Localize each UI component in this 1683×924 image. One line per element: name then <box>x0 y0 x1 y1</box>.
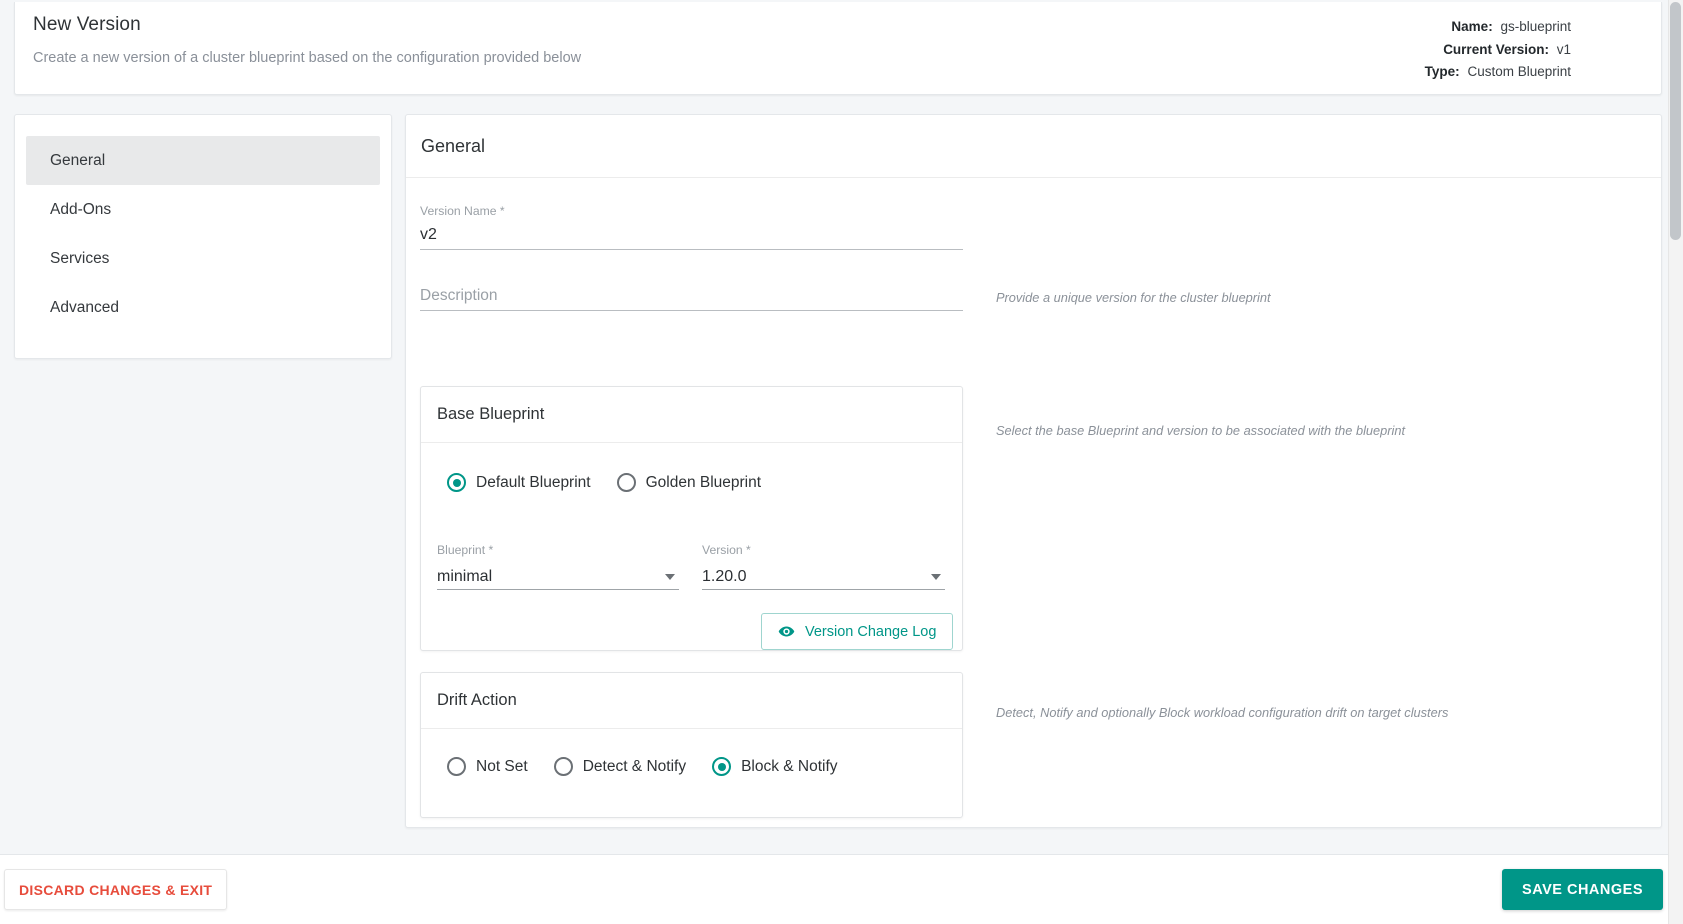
blueprint-select-value: minimal <box>437 568 493 585</box>
base-blueprint-title: Base Blueprint <box>437 405 545 423</box>
blueprint-select-label: Blueprint * <box>437 543 494 557</box>
drift-action-radio-group: Not Set Detect & Notify Block & Notify <box>437 751 946 776</box>
page-subtitle: Create a new version of a cluster bluepr… <box>33 50 582 66</box>
meta-label-current-version: Current Version: <box>1443 41 1549 57</box>
version-name-label: Version Name * <box>420 204 505 218</box>
radio-golden-blueprint[interactable]: Golden Blueprint <box>616 473 762 492</box>
radio-block-and-notify[interactable]: Block & Notify <box>712 757 838 776</box>
radio-label: Detect & Notify <box>582 757 687 775</box>
version-select-value: 1.20.0 <box>702 568 747 585</box>
version-name-field: Version Name * <box>420 204 963 250</box>
sidebar-item-general[interactable]: General <box>26 136 380 185</box>
radio-dot-icon <box>447 757 466 776</box>
radio-label: Golden Blueprint <box>645 473 762 491</box>
radio-label: Not Set <box>476 757 528 775</box>
scrollbar-thumb[interactable] <box>1670 2 1681 240</box>
version-change-log-button[interactable]: Version Change Log <box>761 613 954 650</box>
page-header: New Version Create a new version of a cl… <box>14 2 1662 95</box>
drift-action-title: Drift Action <box>437 691 517 709</box>
radio-dot-icon <box>447 473 466 492</box>
action-bar: DISCARD CHANGES & EXIT SAVE CHANGES <box>0 854 1683 924</box>
panel-body: Version Name * Provide a unique version … <box>406 178 1661 827</box>
sidebar-item-label: Advanced <box>50 299 119 316</box>
radio-dot-icon <box>616 473 636 492</box>
section-nav: General Add-Ons Services Advanced <box>14 114 392 359</box>
meta-row-name: Name: gs-blueprint <box>1425 16 1571 39</box>
meta-value-name: gs-blueprint <box>1500 19 1571 34</box>
radio-dot-icon <box>553 757 573 776</box>
blueprint-select[interactable]: Blueprint * minimal <box>437 543 679 590</box>
description-input[interactable] <box>420 284 963 311</box>
save-changes-button[interactable]: SAVE CHANGES <box>1502 869 1663 910</box>
meta-value-type: Custom Blueprint <box>1467 64 1571 79</box>
sidebar-item-add-ons[interactable]: Add-Ons <box>26 185 380 234</box>
new-version-page: New Version Create a new version of a cl… <box>0 0 1683 924</box>
version-name-input[interactable] <box>420 223 963 250</box>
radio-label: Block & Notify <box>741 757 838 775</box>
discard-changes-button[interactable]: DISCARD CHANGES & EXIT <box>4 869 228 910</box>
version-select-label: Version * <box>702 543 751 557</box>
drift-action-header: Drift Action <box>421 673 962 729</box>
base-blueprint-card: Base Blueprint Default Blueprint Golden … <box>420 386 963 651</box>
description-field <box>420 284 963 311</box>
sidebar-item-services[interactable]: Services <box>26 234 380 283</box>
base-blueprint-header: Base Blueprint <box>421 387 962 443</box>
meta-label-name: Name: <box>1451 19 1493 34</box>
blueprint-meta: Name: gs-blueprint Current Version: v1 T… <box>1425 16 1571 84</box>
base-blueprint-hint: Select the base Blueprint and version to… <box>996 423 1406 438</box>
radio-not-set[interactable]: Not Set <box>447 757 528 776</box>
radio-label: Default Blueprint <box>476 473 591 491</box>
version-name-hint: Provide a unique version for the cluster… <box>996 290 1271 305</box>
chevron-down-icon <box>665 574 675 580</box>
meta-row-current-version: Current Version: v1 <box>1425 39 1571 62</box>
eye-icon <box>778 623 795 640</box>
page-title: New Version <box>33 14 141 35</box>
meta-label-type: Type: <box>1424 64 1460 79</box>
version-select[interactable]: Version * 1.20.0 <box>702 543 945 590</box>
drift-action-card: Drift Action Not Set Detect & Notify Blo… <box>420 672 963 818</box>
sidebar-item-label: General <box>50 152 106 169</box>
radio-default-blueprint[interactable]: Default Blueprint <box>447 473 591 492</box>
radio-detect-and-notify[interactable]: Detect & Notify <box>553 757 687 776</box>
version-change-log-label: Version Change Log <box>805 623 937 640</box>
version-select-control[interactable]: 1.20.0 <box>702 562 945 590</box>
chevron-down-icon <box>931 574 941 580</box>
panel-title: General <box>421 135 486 156</box>
sidebar-item-label: Add-Ons <box>50 201 112 218</box>
general-panel: General Version Name * Provide a unique … <box>405 114 1662 828</box>
meta-value-current-version: v1 <box>1556 41 1571 57</box>
radio-dot-icon <box>712 757 732 776</box>
page-scrollbar[interactable] <box>1668 0 1683 924</box>
base-blueprint-body: Default Blueprint Golden Blueprint Bluep… <box>421 443 962 650</box>
base-blueprint-radio-group: Default Blueprint Golden Blueprint <box>437 465 946 492</box>
drift-action-hint: Detect, Notify and optionally Block work… <box>996 705 1449 720</box>
sidebar-item-label: Services <box>50 250 110 267</box>
sidebar-item-advanced[interactable]: Advanced <box>26 283 380 332</box>
blueprint-select-control[interactable]: minimal <box>437 562 679 590</box>
drift-action-body: Not Set Detect & Notify Block & Notify <box>421 729 962 794</box>
panel-header: General <box>406 115 1661 178</box>
meta-row-type: Type: Custom Blueprint <box>1425 61 1571 84</box>
